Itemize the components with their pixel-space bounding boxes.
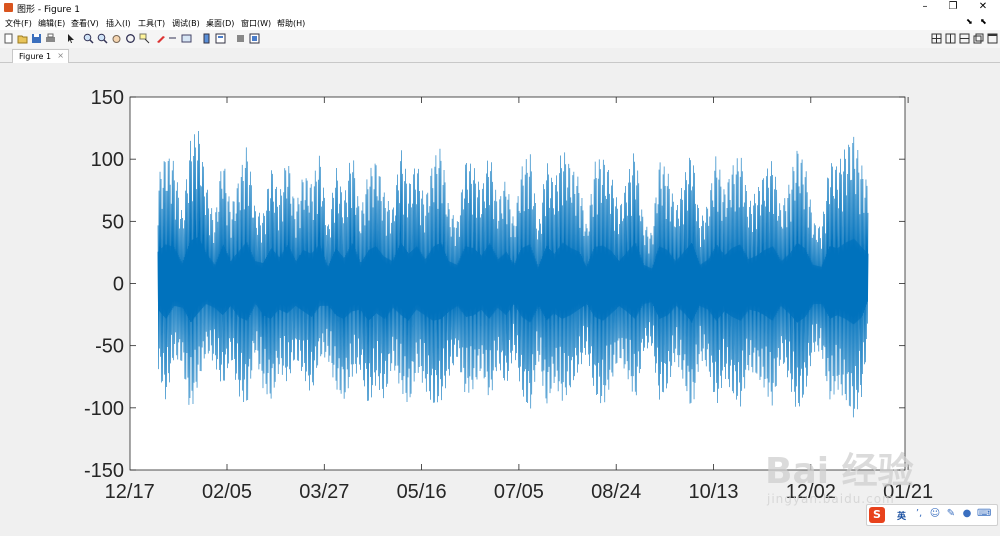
smile-icon[interactable]: ☺ [929,508,941,520]
tab-close-icon[interactable]: × [57,51,64,60]
brush-icon[interactable] [155,33,166,44]
mic-icon[interactable]: ● [961,508,973,520]
open-file-icon[interactable] [17,33,28,44]
show-plot-tools-icon[interactable] [235,33,246,44]
colorbar-icon[interactable] [181,33,192,44]
x-tick-label: 12/17 [105,481,155,503]
plot-browser-icon[interactable] [249,33,260,44]
menu-tools[interactable]: 工具(T) [138,18,165,29]
menu-edit[interactable]: 编辑(E) [38,18,65,29]
hide-plot-tools-icon[interactable] [215,33,226,44]
y-tick-label: 100 [91,149,124,171]
restore-button[interactable]: ❐ [946,1,960,12]
sogou-logo[interactable]: S [869,507,885,523]
figure-toolbar [0,30,1000,49]
menu-insert[interactable]: 插入(I) [106,18,131,29]
left-right-icon[interactable] [945,33,956,44]
rotate-icon[interactable] [125,33,136,44]
y-tick-label: -50 [95,336,124,358]
zoom-out-icon[interactable] [97,33,108,44]
ime-language-toggle[interactable]: 英 [897,509,906,522]
menu-view[interactable]: 查看(V) [71,18,99,29]
y-tick-label: -150 [84,460,124,482]
x-tick-label: 07/05 [494,481,544,503]
punct-icon[interactable]: ’, [913,508,925,520]
x-tick-label: 10/13 [688,481,738,503]
watermark-main: Bai 经验 [765,451,914,492]
x-tick-label: 03/27 [299,481,349,503]
x-tick-label: 08/24 [591,481,641,503]
figure-tab-strip: Figure 1 × [0,48,1000,63]
link-icon[interactable] [167,33,178,44]
x-tick-label: 02/05 [202,481,252,503]
menu-bar: 文件(F) 编辑(E) 查看(V) 插入(I) 工具(T) 调试(B) 桌面(D… [0,15,1000,30]
window-title: 图形 - Figure 1 [17,5,81,15]
y-tick-label: -100 [84,398,124,420]
menu-desktop[interactable]: 桌面(D) [206,18,234,29]
menu-help[interactable]: 帮助(H) [277,18,305,29]
pen-icon[interactable]: ✎ [945,508,957,520]
pointer-icon[interactable] [65,33,76,44]
data-cursor-icon[interactable] [139,33,150,44]
close-button[interactable]: ✕ [976,1,990,12]
print-icon[interactable] [45,33,56,44]
undock-icon[interactable]: ⬊ [966,17,973,26]
minimize-button[interactable]: – [918,1,932,12]
float-icon[interactable] [973,33,984,44]
legend-icon[interactable] [201,33,212,44]
y-tick-label: 0 [113,274,124,296]
top-bottom-icon[interactable] [959,33,970,44]
tile-icon[interactable] [931,33,942,44]
tab-label: Figure 1 [19,52,52,61]
y-tick-label: 50 [102,211,124,233]
x-tick-label: 05/16 [397,481,447,503]
keyboard-icon[interactable]: ⌨ [977,508,991,520]
menu-debug[interactable]: 调试(B) [172,18,200,29]
zoom-in-icon[interactable] [83,33,94,44]
new-figure-icon[interactable] [3,33,14,44]
menu-window[interactable]: 窗口(W) [241,18,271,29]
title-bar: 图形 - Figure 1 – ❐ ✕ [0,0,1000,15]
save-icon[interactable] [31,33,42,44]
maximize-icon[interactable] [987,33,998,44]
menu-file[interactable]: 文件(F) [5,18,32,29]
ime-toolbar: S 英 ’, ☺ ✎ ● ⌨ [866,504,998,526]
y-tick-label: 150 [91,87,124,109]
pan-icon[interactable] [111,33,122,44]
matlab-app-icon [4,3,13,12]
dock-icon[interactable]: ⬉ [980,17,987,26]
tab-figure-1[interactable]: Figure 1 × [12,49,69,63]
